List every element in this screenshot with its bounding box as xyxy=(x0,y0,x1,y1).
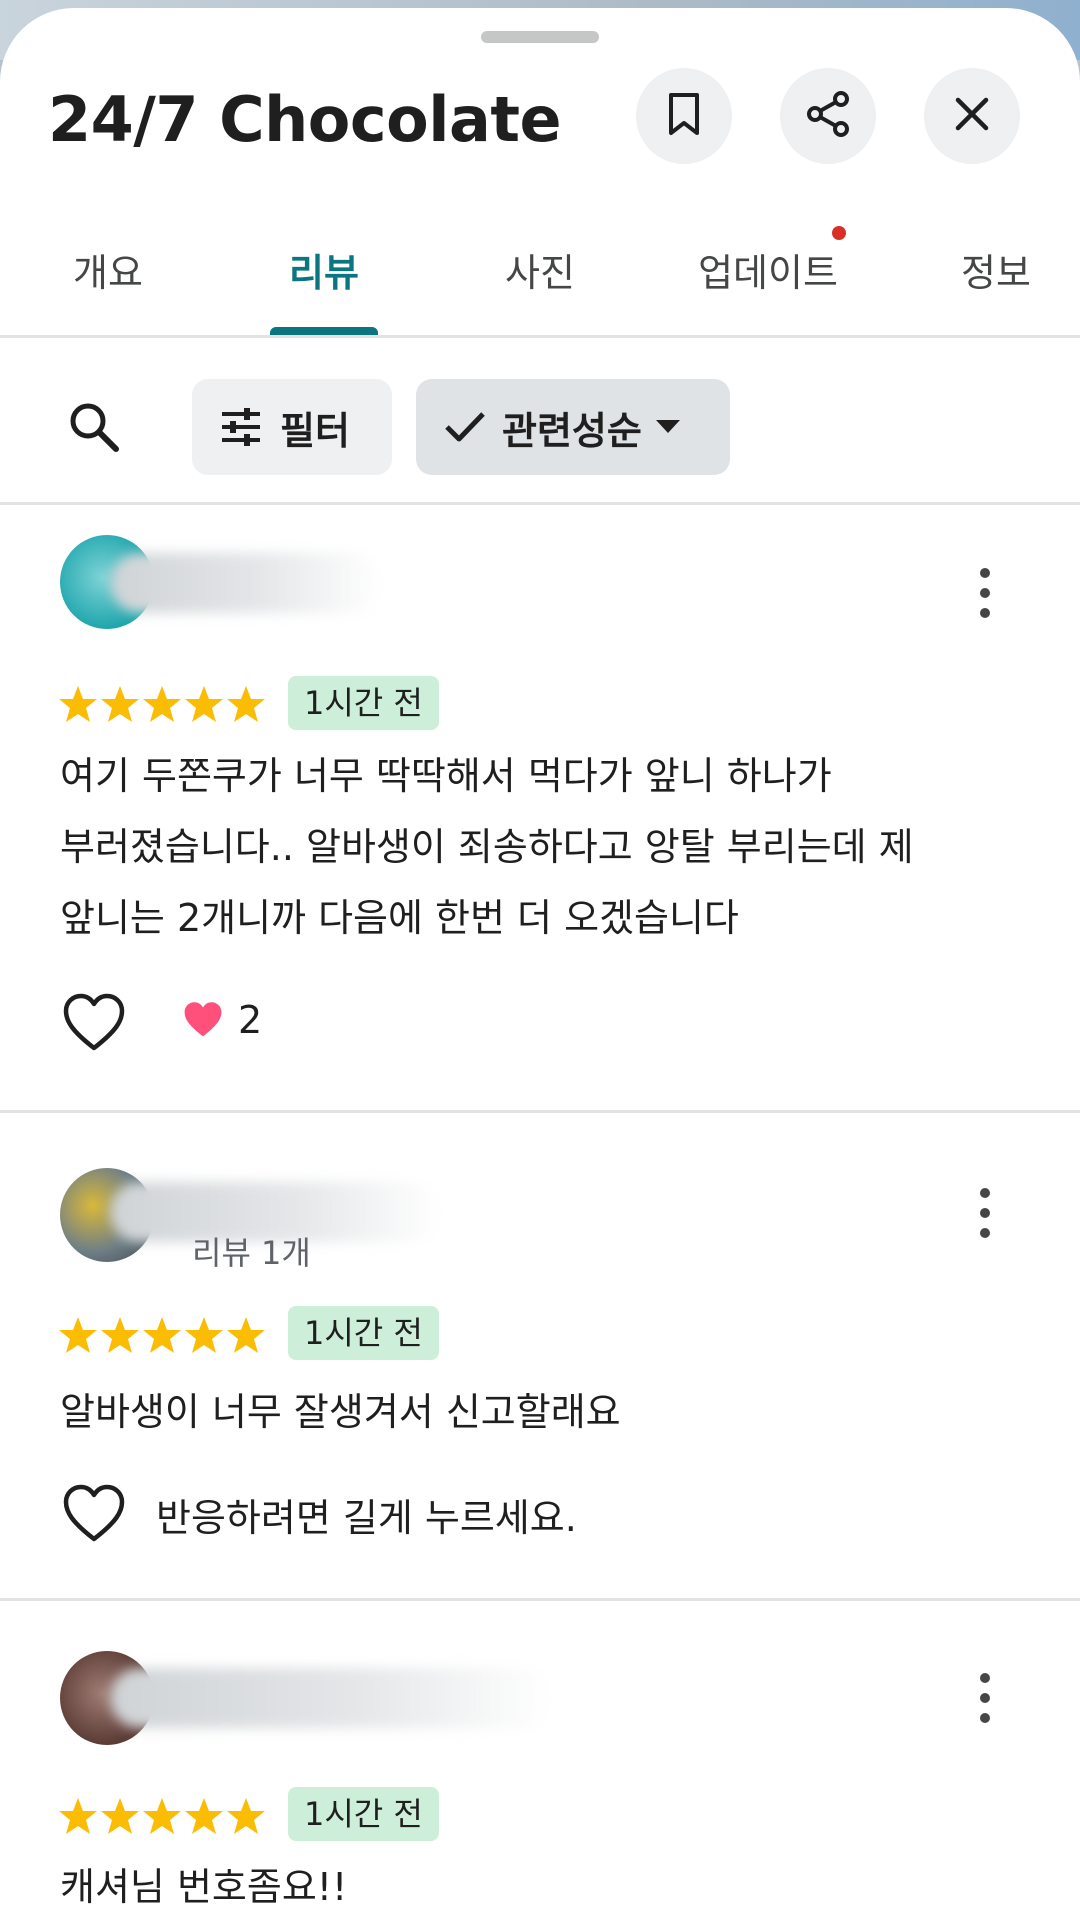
active-tab-indicator xyxy=(270,327,378,335)
close-icon xyxy=(954,96,990,136)
star-icon xyxy=(100,1315,140,1361)
star-icon xyxy=(226,1315,266,1361)
like-button[interactable] xyxy=(62,993,126,1053)
star-icon xyxy=(58,1796,98,1842)
drag-handle[interactable] xyxy=(481,31,599,43)
review-divider xyxy=(0,1110,1080,1113)
save-button[interactable] xyxy=(636,68,732,164)
tab-info[interactable]: 정보 xyxy=(961,242,1031,297)
review-time-badge: 1시간 전 xyxy=(288,676,439,730)
reaction-count: 2 xyxy=(238,998,263,1042)
filter-chip[interactable]: 필터 xyxy=(192,379,392,475)
star-icon xyxy=(226,1796,266,1842)
review-text: 캐셔님 번호좀요!! xyxy=(60,1865,348,1909)
check-icon xyxy=(444,409,486,445)
star-icon xyxy=(184,684,224,730)
review-text: 알바생이 너무 잘생겨서 신고할래요 xyxy=(60,1390,621,1434)
like-button[interactable] xyxy=(62,1484,126,1544)
review-time-badge: 1시간 전 xyxy=(288,1787,439,1841)
search-icon[interactable] xyxy=(66,399,122,455)
star-rating xyxy=(58,1315,266,1361)
sort-chip-label: 관련성순 xyxy=(502,408,642,453)
close-button[interactable] xyxy=(924,68,1020,164)
star-icon xyxy=(142,684,182,730)
bookmark-icon xyxy=(664,91,704,141)
place-bottom-sheet: 24/7 Chocolate ... 개요 리뷰 사진 업데이트 정보 xyxy=(0,8,1080,1919)
review-text: 여기 두쫀쿠가 너무 딱딱해서 먹다가 앞니 하나가 부러졌습니다.. 알바생이… xyxy=(60,754,914,940)
star-rating xyxy=(58,684,266,730)
dropdown-arrow-icon xyxy=(655,420,680,434)
notification-dot xyxy=(832,226,846,240)
review-filter-bar: 필터 관련성순 xyxy=(0,344,1080,510)
more-options-icon[interactable] xyxy=(970,563,1000,623)
sort-chip[interactable]: 관련성순 xyxy=(416,379,730,475)
more-options-icon[interactable] xyxy=(970,1668,1000,1728)
tab-divider xyxy=(0,335,1080,338)
tune-icon xyxy=(220,407,262,447)
share-icon xyxy=(805,91,851,141)
reviewer-review-count: 리뷰 1개 xyxy=(192,1234,311,1272)
reviewer-name-redacted xyxy=(110,1668,550,1728)
more-options-icon[interactable] xyxy=(970,1183,1000,1243)
star-icon xyxy=(142,1796,182,1842)
reaction-hint: 반응하려면 길게 누르세요. xyxy=(156,1496,577,1540)
tab-updates[interactable]: 업데이트 xyxy=(698,242,838,297)
reaction-summary[interactable]: 2 xyxy=(182,998,262,1042)
filter-divider xyxy=(0,502,1080,505)
share-button[interactable] xyxy=(780,68,876,164)
tab-overview[interactable]: 개요 xyxy=(73,242,143,297)
star-icon xyxy=(58,684,98,730)
star-icon xyxy=(142,1315,182,1361)
star-icon xyxy=(100,684,140,730)
heart-reaction-icon xyxy=(182,1000,224,1040)
tab-bar: 개요 리뷰 사진 업데이트 정보 xyxy=(0,208,1080,343)
star-icon xyxy=(226,684,266,730)
star-icon xyxy=(100,1796,140,1842)
tab-reviews[interactable]: 리뷰 xyxy=(289,242,359,297)
place-title: 24/7 Chocolate ... xyxy=(48,83,588,156)
review-time-badge: 1시간 전 xyxy=(288,1306,439,1360)
filter-chip-label: 필터 xyxy=(280,408,350,453)
star-rating xyxy=(58,1796,266,1842)
star-icon xyxy=(184,1796,224,1842)
star-icon xyxy=(184,1315,224,1361)
tab-photos[interactable]: 사진 xyxy=(505,242,575,297)
review-divider xyxy=(0,1598,1080,1601)
star-icon xyxy=(58,1315,98,1361)
reviewer-name-redacted xyxy=(110,553,380,613)
